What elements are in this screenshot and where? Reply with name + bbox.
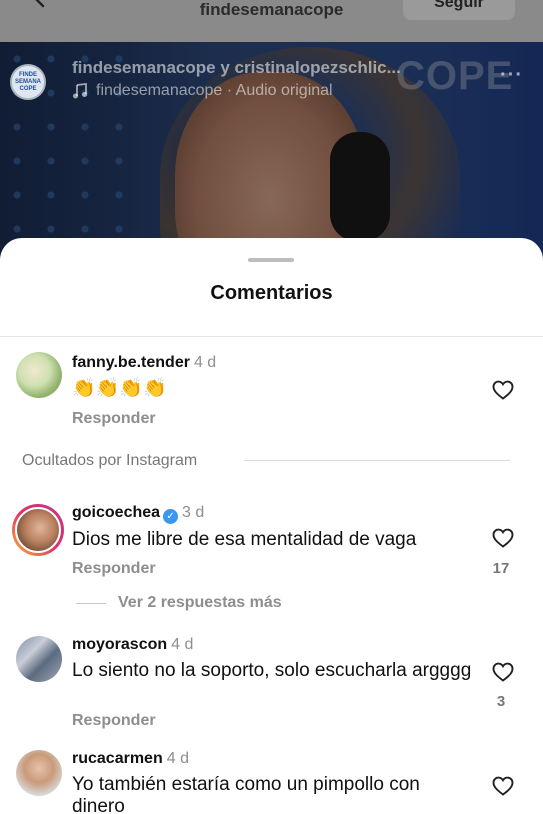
view-more-replies-button[interactable]: Ver 2 respuestas más	[76, 594, 282, 612]
comment-time: 4 d	[193, 354, 217, 371]
post-authors[interactable]: findesemanacope y cristinalopezschlic...	[72, 58, 482, 78]
more-options-icon[interactable]: ···	[500, 64, 523, 87]
comment-header: fanny.be.tender 4 d	[72, 354, 216, 372]
comment-username[interactable]: rucacarmen	[72, 750, 163, 767]
comment-time: 4 d	[171, 636, 194, 653]
avatar-text: FINDE SEMANA COPE	[14, 71, 41, 92]
comment-username[interactable]: fanny.be.tender	[72, 354, 190, 371]
audio-label: findesemanacope · Audio original	[96, 82, 333, 99]
comment-username[interactable]: goicoechea	[72, 504, 160, 521]
comment-time: 3 d	[182, 504, 205, 521]
comment-header: goicoechea ✓ 3 d	[72, 504, 204, 524]
follow-button[interactable]: Seguir	[403, 0, 515, 20]
comment-text: 👏👏👏👏	[72, 378, 167, 399]
heart-icon[interactable]	[491, 660, 515, 684]
reply-button[interactable]: Responder	[72, 712, 156, 730]
heart-icon[interactable]	[491, 378, 515, 402]
comment-username[interactable]: moyorascon	[72, 636, 167, 653]
avatar[interactable]	[16, 750, 62, 796]
audio-info[interactable]: findesemanacope · Audio original	[72, 82, 333, 100]
sheet-title: Comentarios	[210, 282, 333, 304]
hidden-comments-label[interactable]: Ocultados por Instagram	[22, 452, 197, 470]
top-bar: findesemanacope Seguir	[0, 0, 543, 42]
reply-button[interactable]: Responder	[72, 410, 156, 428]
avatar[interactable]	[12, 504, 64, 556]
heart-icon[interactable]	[491, 526, 515, 550]
sheet-drag-handle[interactable]	[248, 258, 294, 262]
like-count: 3	[496, 693, 506, 710]
comment-text: Yo también estaría como un pimpollo con …	[72, 774, 420, 814]
comment-text: Lo siento no la soporto, solo escucharla…	[72, 660, 472, 681]
comment-header: moyorascon 4 d	[72, 636, 193, 654]
comment-header: rucacarmen 4 d	[72, 750, 189, 768]
post-avatar[interactable]: FINDE SEMANA COPE	[10, 64, 46, 100]
view-more-replies-label: Ver 2 respuestas más	[118, 594, 282, 611]
comment-text: Dios me libre de esa mentalidad de vaga	[72, 529, 417, 550]
avatar[interactable]	[16, 352, 62, 398]
comments-sheet: Comentarios fanny.be.tender 4 d 👏👏👏👏 Resp…	[0, 238, 543, 814]
comment-time: 4 d	[166, 750, 189, 767]
reply-thread-line	[76, 602, 106, 604]
verified-badge-icon: ✓	[163, 509, 179, 524]
like-count: 17	[492, 560, 510, 577]
reply-button[interactable]: Responder	[72, 560, 156, 578]
divider	[0, 336, 543, 337]
music-note-icon	[73, 83, 87, 99]
heart-icon[interactable]	[491, 774, 515, 798]
avatar[interactable]	[16, 636, 62, 682]
divider	[244, 460, 510, 461]
